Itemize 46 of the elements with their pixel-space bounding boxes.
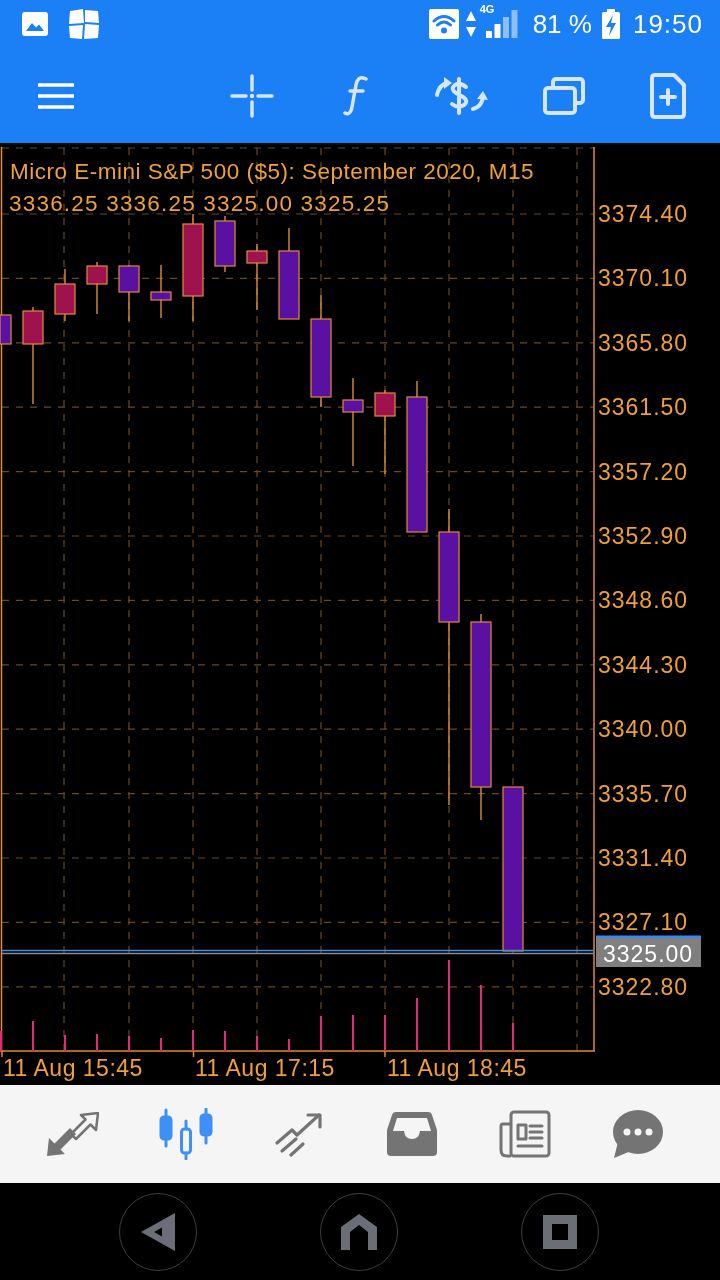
data-arrows-icon (465, 11, 476, 37)
image-icon (22, 12, 48, 36)
price-label: 3331.40 (598, 845, 689, 871)
candle (214, 215, 236, 273)
price-label: 3365.80 (598, 329, 689, 356)
ohlc-values: 3336.25 3336.25 3325.00 3325.25 (9, 191, 391, 216)
price-label: 3352.90 (598, 523, 689, 549)
inbox-icon (386, 1112, 437, 1156)
candle (54, 268, 76, 322)
price-label: 3357.20 (598, 458, 689, 485)
back-icon (140, 1212, 175, 1251)
price-label: 3361.50 (598, 394, 689, 421)
wifi-icon (428, 9, 459, 39)
recents-icon (542, 1214, 577, 1249)
function-icon (343, 74, 369, 117)
price-label: 3340.00 (598, 716, 689, 743)
overlapping-windows-icon (543, 76, 585, 115)
price-label: 3348.60 (598, 587, 689, 614)
newspaper-icon (498, 1110, 551, 1158)
candlestick-icon (157, 1108, 214, 1160)
candle (118, 264, 140, 322)
clock: 19:50 (632, 9, 703, 39)
home-icon (340, 1213, 377, 1250)
time-label: 11 Aug 15:45 (3, 1055, 143, 1081)
time-label: 11 Aug 18:45 (387, 1055, 527, 1081)
chart-title: Micro E-mini S&P 500 ($5): September 2020, M15 (10, 159, 535, 184)
file-plus-icon (650, 72, 686, 119)
candle (86, 261, 108, 315)
price-label: 3327.10 (598, 909, 689, 936)
patchwork-icon (68, 8, 100, 40)
menu-icon (38, 82, 74, 109)
price-label: 3374.40 (598, 201, 689, 227)
price-label: 3344.30 (598, 651, 689, 678)
chat-icon (612, 1110, 663, 1158)
trend-arrow-icon (273, 1111, 324, 1157)
candle (246, 243, 268, 311)
price-label: 3322.80 (598, 973, 689, 1000)
current-price-tag: 3325.00 (596, 935, 701, 967)
candle (150, 264, 172, 319)
price-label: 3370.10 (598, 265, 689, 292)
price-label: 3335.70 (598, 780, 689, 807)
diagonal-arrows-icon (46, 1112, 99, 1156)
battery-percent: 81 % (532, 9, 592, 39)
time-label: 11 Aug 17:15 (195, 1055, 335, 1081)
crosshair-icon (230, 73, 274, 118)
network-type: 4G (479, 4, 495, 15)
